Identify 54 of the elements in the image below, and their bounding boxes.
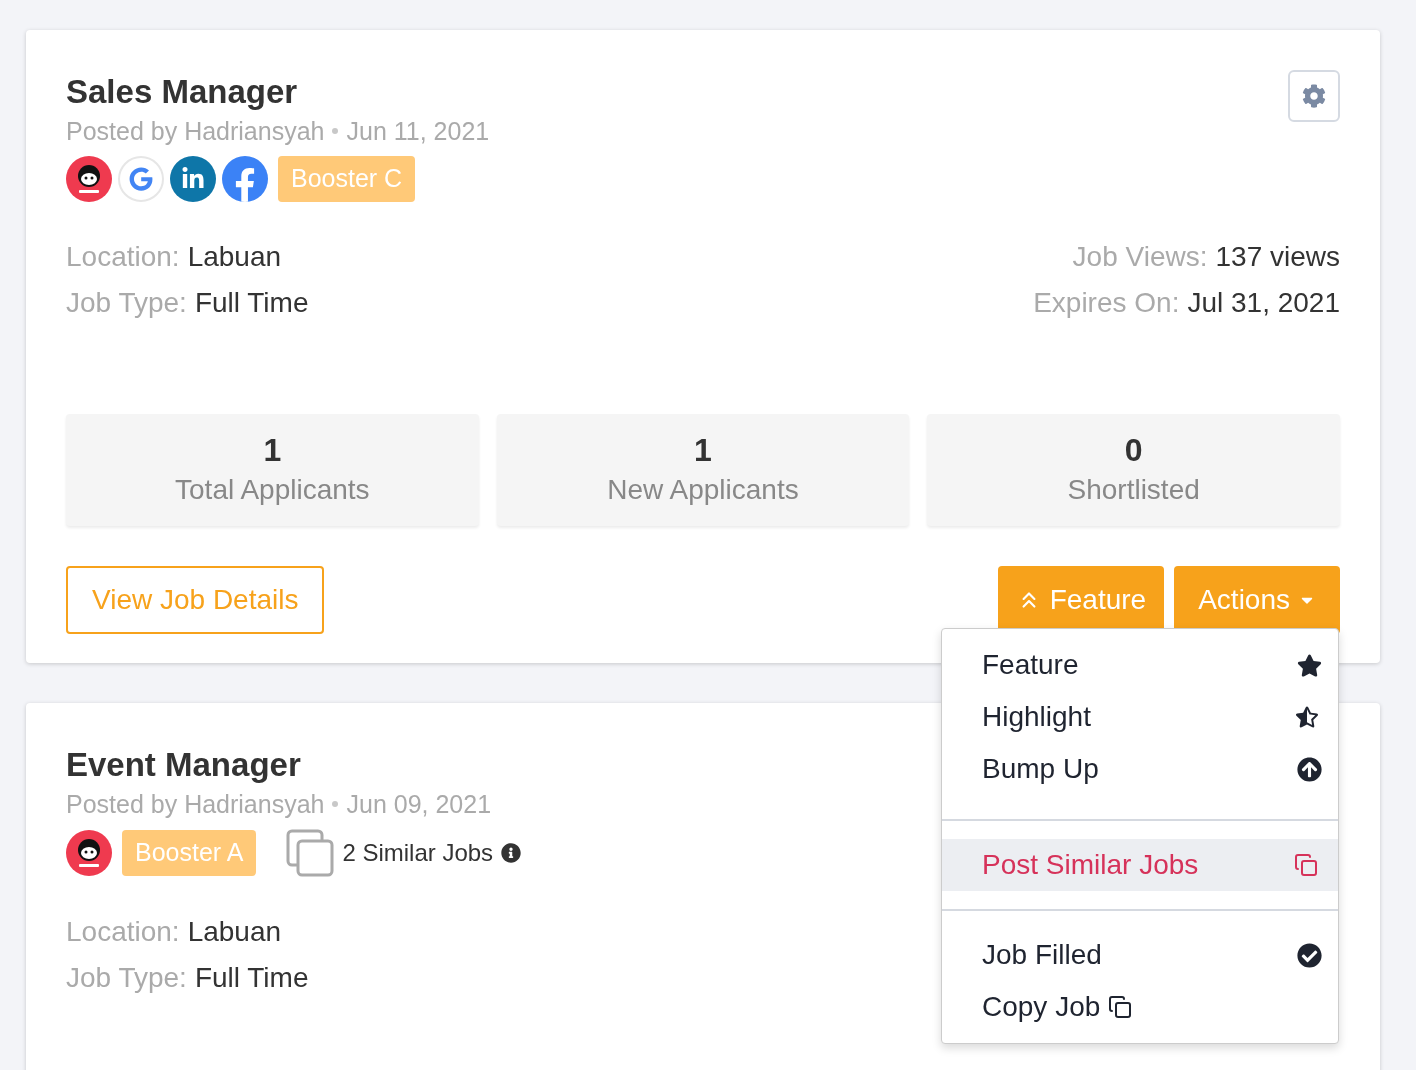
detail-value: Full Time [194,286,309,320]
menu-item[interactable]: Feature [942,639,1338,691]
mascot-logo-icon [66,156,112,202]
detail-label: Location: [66,915,180,949]
menu-item[interactable]: Post Similar Jobs [942,839,1338,891]
stat-label: Total Applicants [175,473,370,507]
dot-separator-icon [332,801,339,807]
menu-item-label: Job Filled [982,938,1102,972]
google-logo-icon [118,156,164,202]
detail-value: Full Time [194,961,309,995]
stat-value: 0 [1124,431,1143,470]
menu-item-label: Bump Up [982,752,1099,786]
facebook-logo-icon [222,156,268,202]
mascot-logo-icon [66,830,112,876]
booster-badge: Booster C [278,156,416,202]
menu-item[interactable]: Copy Job [942,981,1338,1033]
menu-item-label: Copy Job [982,990,1101,1024]
menu-item[interactable]: Highlight [942,691,1338,743]
detail-label: Job Views: [1072,240,1208,274]
detail-value: Labuan [187,915,282,949]
settings-icon [1302,84,1326,108]
stat-value: 1 [263,431,282,470]
job-title: Event Manager [66,745,302,785]
detail-label: Job Type: [66,286,187,320]
booster-badge: Booster A [122,830,257,876]
copy-icon [1294,853,1318,877]
detail-label: Expires On: [1033,286,1180,320]
detail-label: Job Type: [66,961,187,995]
posted-by-text: Posted by Hadriansyah [66,789,325,820]
similar-jobs-text: 2 Similar Jobs [342,838,494,868]
stat-label: Shortlisted [1067,473,1200,507]
menu-item-label: Highlight [982,700,1091,734]
detail-value: Jul 31, 2021 [1187,286,1340,320]
star-icon [1297,652,1322,678]
detail-label: Location: [66,240,180,274]
dot-separator-icon [332,128,339,134]
menu-item-label: Feature [982,648,1079,682]
posted-by-text: Posted by Hadriansyah [66,116,325,147]
stat-label: New Applicants [607,473,799,507]
post-date: Jun 09, 2021 [346,789,492,820]
stat-value: 1 [694,431,712,470]
settings-button[interactable] [1288,70,1340,122]
menu-item-label: Post Similar Jobs [982,848,1199,882]
menu-item[interactable]: Job Filled [942,929,1338,981]
half-star-icon [1296,706,1318,728]
stacked-squares-icon [286,829,335,877]
detail-value: Labuan [187,240,282,274]
info-icon[interactable] [501,843,522,863]
copy-icon [1108,995,1133,1019]
detail-value: 137 views [1215,240,1340,274]
linkedin-logo-icon [170,156,216,202]
job-title: Sales Manager [66,72,299,112]
menu-item[interactable]: Bump Up [942,743,1338,795]
post-date: Jun 11, 2021 [346,116,490,147]
